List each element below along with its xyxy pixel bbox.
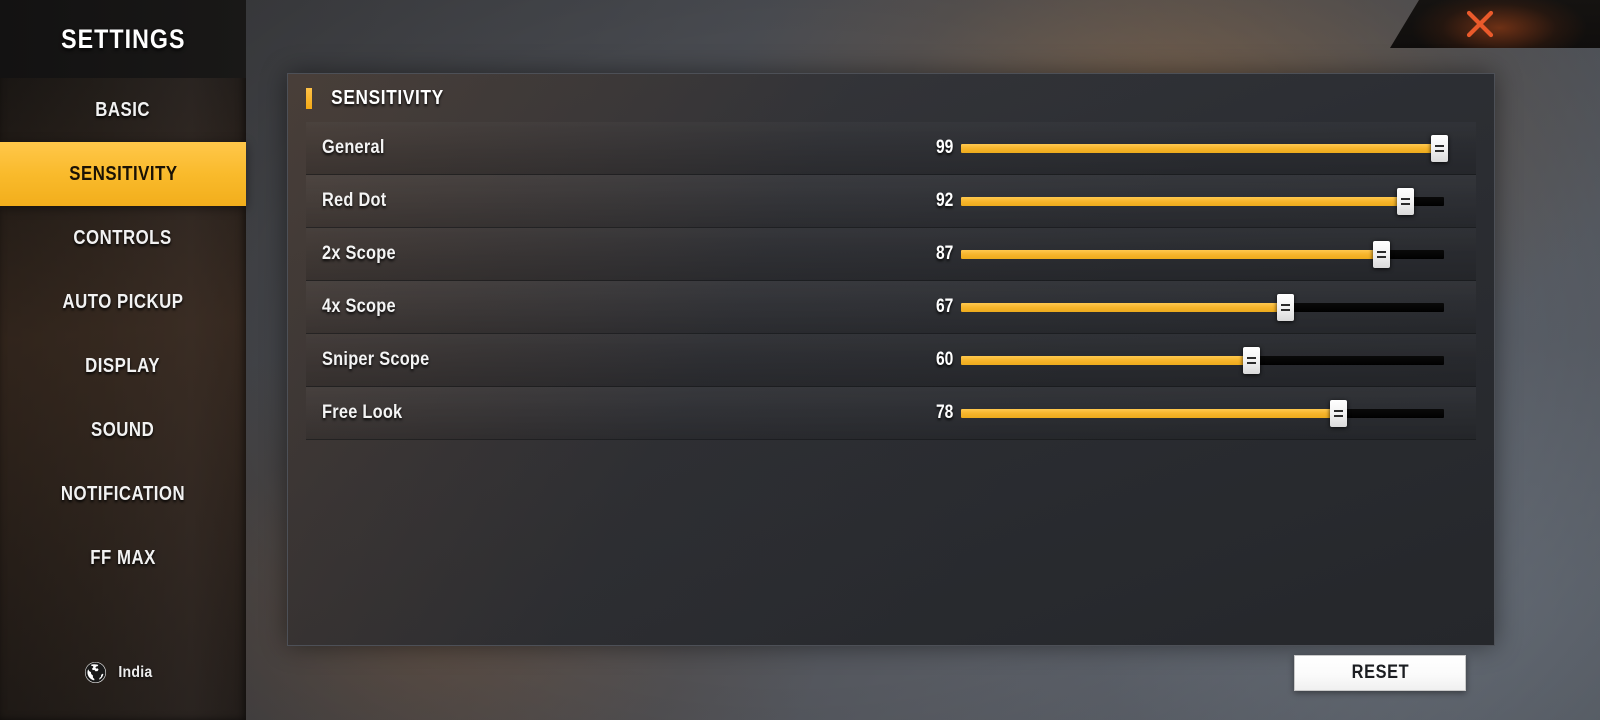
sidebar-nav: BASIC SENSITIVITY CONTROLS AUTO PICKUP DISPL… bbox=[0, 78, 246, 590]
sensitivity-row: 2x Scope 87 bbox=[306, 228, 1476, 281]
sidebar-item-auto-pickup[interactable]: AUTO PICKUP bbox=[0, 270, 246, 334]
reset-button[interactable]: RESET bbox=[1294, 655, 1466, 691]
sensitivity-row-label: Free Look bbox=[322, 402, 403, 423]
sensitivity-row-value: 60 bbox=[935, 349, 954, 370]
slider-handle[interactable] bbox=[1431, 134, 1449, 162]
slider-fill bbox=[961, 143, 1440, 153]
sidebar-item-label: FF MAX bbox=[90, 546, 156, 569]
sensitivity-row-value: 99 bbox=[935, 137, 954, 158]
sensitivity-slider[interactable] bbox=[961, 239, 1444, 269]
sensitivity-row-label: General bbox=[322, 137, 385, 158]
sidebar-item-label: AUTO PICKUP bbox=[62, 290, 184, 313]
globe-icon bbox=[84, 661, 107, 684]
sensitivity-slider[interactable] bbox=[961, 398, 1444, 428]
sidebar-item-basic[interactable]: BASIC bbox=[0, 78, 246, 142]
sidebar-item-sound[interactable]: SOUND bbox=[0, 398, 246, 462]
sensitivity-row: General 99 bbox=[306, 122, 1476, 175]
sensitivity-slider[interactable] bbox=[961, 186, 1444, 216]
sensitivity-row-value: 92 bbox=[935, 190, 954, 211]
sensitivity-slider[interactable] bbox=[961, 345, 1444, 375]
sidebar-item-sensitivity[interactable]: SENSITIVITY bbox=[0, 142, 246, 206]
close-button[interactable] bbox=[1390, 0, 1600, 48]
sensitivity-row-list: General 99 Red Dot 92 2x Scope 87 4x Scope 67 Sn… bbox=[288, 122, 1494, 440]
reset-button-label: RESET bbox=[1351, 662, 1409, 683]
slider-fill bbox=[961, 302, 1285, 312]
sidebar-item-label: SOUND bbox=[91, 418, 155, 441]
slider-fill bbox=[961, 249, 1382, 259]
sensitivity-row-value: 87 bbox=[935, 243, 954, 264]
sensitivity-row-label: 2x Scope bbox=[322, 243, 396, 264]
sensitivity-row-label: Sniper Scope bbox=[322, 349, 430, 370]
sensitivity-row-value: 78 bbox=[935, 402, 954, 423]
sidebar-item-ff-max[interactable]: FF MAX bbox=[0, 526, 246, 590]
sidebar-item-label: CONTROLS bbox=[73, 226, 173, 249]
sidebar-item-notification[interactable]: NOTIFICATION bbox=[0, 462, 246, 526]
slider-handle[interactable] bbox=[1329, 399, 1347, 427]
sensitivity-row: Sniper Scope 60 bbox=[306, 334, 1476, 387]
sidebar-item-label: BASIC bbox=[95, 98, 151, 121]
sidebar-title-bar: SETTINGS bbox=[0, 0, 246, 78]
sidebar-item-label: DISPLAY bbox=[85, 354, 161, 377]
sensitivity-row-label: 4x Scope bbox=[322, 296, 396, 317]
slider-handle[interactable] bbox=[1276, 293, 1294, 321]
sensitivity-row-value: 67 bbox=[935, 296, 954, 317]
sidebar: SETTINGS BASIC SENSITIVITY CONTROLS AUTO PI… bbox=[0, 0, 246, 720]
slider-handle[interactable] bbox=[1373, 240, 1391, 268]
locale-indicator[interactable]: India bbox=[84, 661, 155, 684]
settings-panel: SENSITIVITY General 99 Red Dot 92 2x Scope 87… bbox=[287, 73, 1495, 646]
section-header: SENSITIVITY bbox=[288, 74, 1494, 122]
locale-label: India bbox=[118, 663, 153, 681]
slider-fill bbox=[961, 408, 1338, 418]
section-title: SENSITIVITY bbox=[331, 86, 444, 109]
slider-fill bbox=[961, 355, 1251, 365]
sensitivity-slider[interactable] bbox=[961, 133, 1449, 163]
sidebar-item-label: SENSITIVITY bbox=[68, 162, 178, 185]
sensitivity-slider[interactable] bbox=[961, 292, 1444, 322]
slider-handle[interactable] bbox=[1397, 187, 1415, 215]
sensitivity-row: Free Look 78 bbox=[306, 387, 1476, 440]
sidebar-item-label: NOTIFICATION bbox=[60, 482, 186, 505]
close-icon bbox=[1466, 10, 1494, 38]
sensitivity-row: Red Dot 92 bbox=[306, 175, 1476, 228]
sensitivity-row-label: Red Dot bbox=[322, 190, 387, 211]
slider-fill bbox=[961, 196, 1406, 206]
slider-handle[interactable] bbox=[1242, 346, 1260, 374]
page-title: SETTINGS bbox=[60, 23, 186, 54]
sidebar-item-display[interactable]: DISPLAY bbox=[0, 334, 246, 398]
sidebar-item-controls[interactable]: CONTROLS bbox=[0, 206, 246, 270]
sensitivity-row: 4x Scope 67 bbox=[306, 281, 1476, 334]
section-accent-bar bbox=[306, 87, 312, 109]
